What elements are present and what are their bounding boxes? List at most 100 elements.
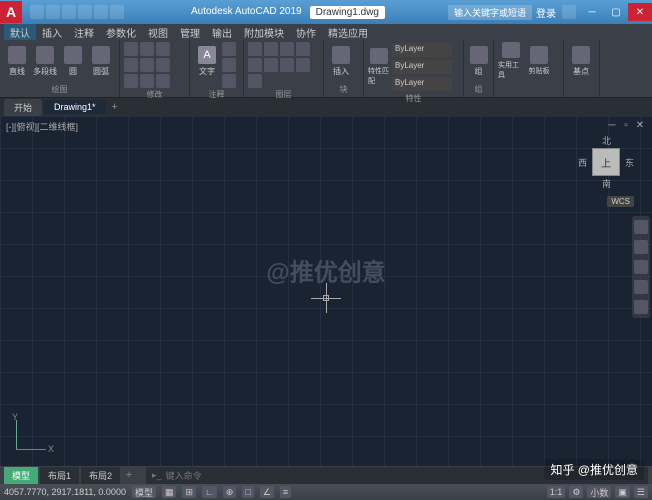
minimize-button[interactable]: ─ <box>580 3 604 21</box>
tab-insert[interactable]: 插入 <box>36 24 68 40</box>
layout-tab-model[interactable]: 模型 <box>4 467 38 484</box>
doc-minimize-icon[interactable]: ─ <box>606 120 618 132</box>
match-prop-tool[interactable]: 特性匹配 <box>368 48 390 86</box>
layer-unlock-icon[interactable] <box>296 58 310 72</box>
add-layout-button[interactable]: + <box>122 468 136 482</box>
arc-tool[interactable]: 圆弧 <box>88 42 114 80</box>
status-iso-icon[interactable]: ▣ <box>615 486 630 498</box>
status-gear-icon[interactable]: ⚙ <box>569 486 583 498</box>
tab-featured[interactable]: 精选应用 <box>322 24 374 40</box>
viewcube-west[interactable]: 西 <box>578 156 587 169</box>
status-ortho-icon[interactable]: ∟ <box>202 486 217 498</box>
ucs-icon[interactable]: Y X <box>10 416 50 456</box>
layer-match-icon[interactable] <box>248 74 262 88</box>
layer-thaw-icon[interactable] <box>280 58 294 72</box>
color-combo[interactable]: ByLayer <box>392 43 452 57</box>
clipboard-tool[interactable]: 剪贴板 <box>526 42 552 80</box>
status-model[interactable]: 模型 <box>132 486 156 498</box>
move-icon[interactable] <box>124 42 138 56</box>
tab-collab[interactable]: 协作 <box>290 24 322 40</box>
tab-parametric[interactable]: 参数化 <box>100 24 142 40</box>
basepoint-tool[interactable]: 基点 <box>568 42 594 80</box>
nav-showmotion-icon[interactable] <box>634 300 648 314</box>
doc-tab-start[interactable]: 开始 <box>4 99 42 116</box>
status-grid-icon[interactable]: ▦ <box>162 486 177 498</box>
maximize-button[interactable]: ▢ <box>604 3 628 21</box>
search-input[interactable]: 输入关键字或短语 <box>448 5 532 20</box>
close-button[interactable]: ✕ <box>628 3 652 21</box>
stretch-icon[interactable] <box>124 74 138 88</box>
tab-manage[interactable]: 管理 <box>174 24 206 40</box>
mirror-icon[interactable] <box>140 58 154 72</box>
user-login[interactable]: 登录 <box>536 5 556 20</box>
tab-addons[interactable]: 附加模块 <box>238 24 290 40</box>
status-custom-icon[interactable]: ☰ <box>634 486 648 498</box>
viewcube-east[interactable]: 东 <box>625 156 634 169</box>
status-lwt-icon[interactable]: ≡ <box>280 486 291 498</box>
doc-tab-drawing1[interactable]: Drawing1* <box>44 100 106 114</box>
layer-off-icon[interactable] <box>264 42 278 56</box>
layout-tab-2[interactable]: 布局2 <box>81 467 120 484</box>
doc-restore-icon[interactable]: ▫ <box>620 120 632 132</box>
viewcube-north[interactable]: 北 <box>602 134 611 147</box>
fillet-icon[interactable] <box>156 58 170 72</box>
layer-prop-icon[interactable] <box>248 42 262 56</box>
crosshair-cursor <box>311 283 341 313</box>
circle-tool[interactable]: 圆 <box>60 42 86 80</box>
app-icon[interactable]: A <box>0 1 22 23</box>
status-decimal[interactable]: 小数 <box>587 486 611 498</box>
nav-wheel-icon[interactable] <box>634 220 648 234</box>
view-label[interactable]: [-][俯视][二维线框] <box>6 120 78 133</box>
tab-view[interactable]: 视图 <box>142 24 174 40</box>
layer-freeze-icon[interactable] <box>280 42 294 56</box>
add-tab-button[interactable]: + <box>108 100 122 114</box>
tab-annotate[interactable]: 注释 <box>68 24 100 40</box>
status-otrack-icon[interactable]: ∠ <box>260 486 274 498</box>
qat-undo-icon[interactable] <box>78 5 92 19</box>
qat-new-icon[interactable] <box>30 5 44 19</box>
layer-on-icon[interactable] <box>264 58 278 72</box>
linetype-combo[interactable]: ByLayer <box>392 60 452 74</box>
qat-print-icon[interactable] <box>110 5 124 19</box>
status-polar-icon[interactable]: ⊕ <box>223 486 237 498</box>
qat-open-icon[interactable] <box>46 5 60 19</box>
group-tool[interactable]: 组 <box>468 42 489 80</box>
status-scale[interactable]: 1:1 <box>547 486 566 498</box>
status-osnap-icon[interactable]: □ <box>242 486 253 498</box>
drawing-canvas[interactable]: [-][俯视][二维线框] ─ ▫ ✕ @推优创意 Y X 上 北 南 西 东 … <box>0 116 652 466</box>
lineweight-combo[interactable]: ByLayer <box>392 77 452 91</box>
copy-icon[interactable] <box>124 58 138 72</box>
rotate-icon[interactable] <box>140 42 154 56</box>
status-coords[interactable]: 4057.7770, 2917.1811, 0.0000 <box>4 487 126 497</box>
line-tool[interactable]: 直线 <box>4 42 30 80</box>
tab-output[interactable]: 输出 <box>206 24 238 40</box>
layer-lock-icon[interactable] <box>296 42 310 56</box>
nav-orbit-icon[interactable] <box>634 280 648 294</box>
nav-pan-icon[interactable] <box>634 240 648 254</box>
array-icon[interactable] <box>156 74 170 88</box>
text-tool[interactable]: A文字 <box>194 42 220 80</box>
layer-iso-icon[interactable] <box>248 58 262 72</box>
clipboard-icon <box>530 46 548 64</box>
tab-default[interactable]: 默认 <box>4 24 36 40</box>
status-snap-icon[interactable]: ⊞ <box>182 486 196 498</box>
leader-icon[interactable] <box>222 58 236 72</box>
polyline-tool[interactable]: 多段线 <box>32 42 58 80</box>
doc-close-icon[interactable]: ✕ <box>634 120 646 132</box>
trim-icon[interactable] <box>156 42 170 56</box>
viewcube-top[interactable]: 上 <box>592 148 620 176</box>
help-icon[interactable] <box>562 5 576 19</box>
layout-tab-1[interactable]: 布局1 <box>40 467 79 484</box>
wcs-badge[interactable]: WCS <box>607 196 634 207</box>
nav-zoom-icon[interactable] <box>634 260 648 274</box>
qat-redo-icon[interactable] <box>94 5 108 19</box>
viewcube-south[interactable]: 南 <box>602 177 611 190</box>
app-title: Autodesk AutoCAD 2019 <box>191 6 302 19</box>
util-tool[interactable]: 实用工具 <box>498 42 524 80</box>
qat-save-icon[interactable] <box>62 5 76 19</box>
viewcube[interactable]: 上 北 南 西 东 <box>578 134 634 190</box>
table-icon[interactable] <box>222 74 236 88</box>
dim-icon[interactable] <box>222 42 236 56</box>
insert-block-tool[interactable]: 插入 <box>328 42 354 80</box>
scale-icon[interactable] <box>140 74 154 88</box>
